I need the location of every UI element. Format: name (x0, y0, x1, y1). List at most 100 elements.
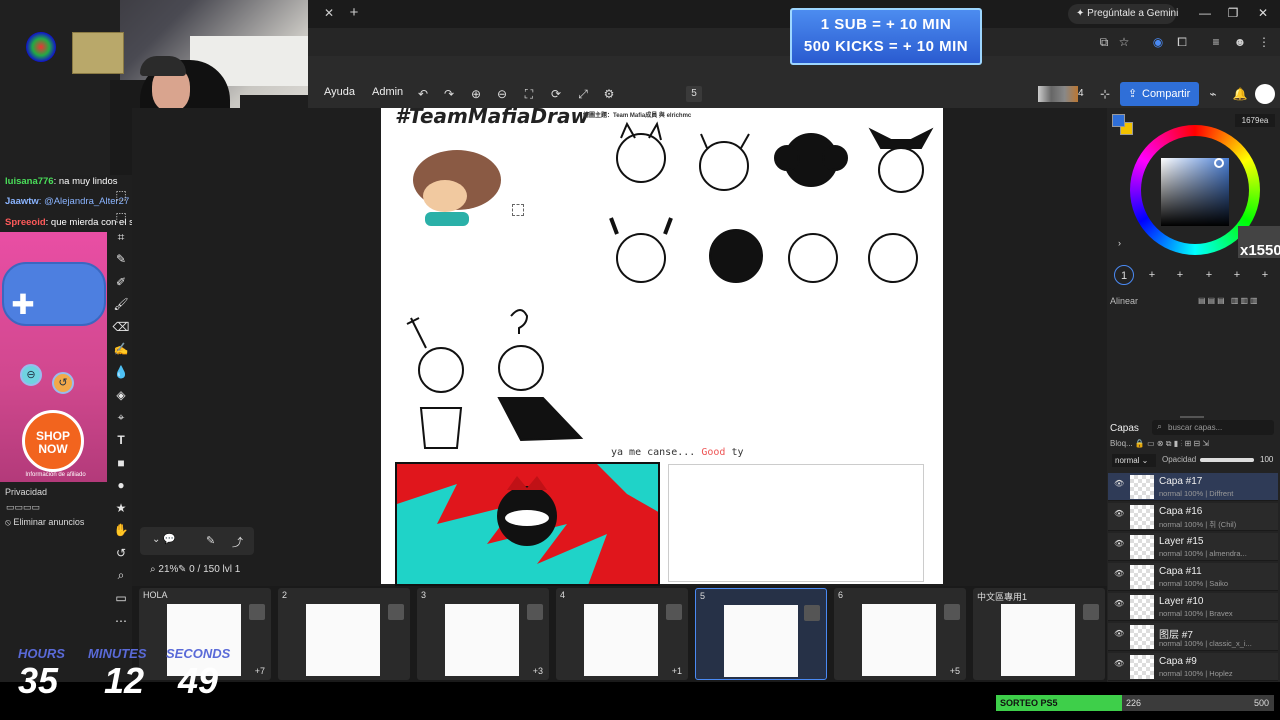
visibility-eye-icon[interactable]: 👁 (1114, 659, 1124, 668)
undo-icon[interactable]: ↶ (415, 86, 431, 102)
picker-tool-icon[interactable]: ⌖ (112, 408, 130, 426)
brush-slot-1[interactable]: 1 (1114, 265, 1134, 285)
dpad-icon: ✚ (11, 289, 35, 320)
brush-assist-icon[interactable]: ✎ (206, 534, 215, 547)
eraser-tool-icon[interactable]: ⌫ (112, 318, 130, 336)
layer-row[interactable]: 👁 Capa #9 normal 100% | Hoplez (1108, 653, 1278, 681)
visibility-eye-icon[interactable]: 👁 (1114, 569, 1124, 578)
brush-tool-icon[interactable]: 🖌 (112, 295, 130, 313)
layer-lock-options[interactable]: Bloq... 🔒 ▭ ⊗ ⧉ ▮ ⫶ ⊞ ⊟ ⇲ (1110, 439, 1209, 449)
pen-pressure-icon[interactable]: ⤴ (232, 534, 243, 550)
text-tool-icon[interactable]: T (112, 431, 130, 449)
redo-icon[interactable]: ↷ (441, 86, 457, 102)
comment-tool-icon[interactable]: ▭ (112, 589, 130, 607)
fullscreen-icon[interactable]: ⤢ (575, 86, 591, 102)
shop-now-button[interactable]: SHOP NOW (22, 410, 84, 472)
blur-tool-icon[interactable]: 💧 (112, 363, 130, 381)
page-thumbnail[interactable]: 4 +1 (556, 588, 688, 680)
remove-ads-link[interactable]: ⦸ Eliminar anuncios (5, 517, 84, 528)
zoom-level[interactable]: ⌕ 21% (150, 564, 178, 575)
brush-slot-2[interactable]: + (1142, 265, 1162, 285)
brush-slot-4[interactable]: + (1199, 265, 1219, 285)
layer-row[interactable]: 👁 Layer #15 normal 100% | almendra... (1108, 533, 1278, 561)
window-close-icon[interactable]: ✕ (1254, 5, 1272, 21)
notification-bell-icon[interactable]: 🔔 (1232, 86, 1248, 102)
affiliate-info[interactable]: Información de afiliado (4, 472, 107, 478)
puzzle-icon[interactable]: ⧠ (1174, 34, 1190, 50)
media-icon[interactable]: ≡ (1208, 34, 1224, 50)
feed-icon[interactable]: ⌁ (1205, 86, 1221, 102)
hand-tool-icon[interactable]: ✋ (112, 521, 130, 539)
layer-row[interactable]: 👁 Capa #17 normal 100% | Diffrent (1108, 473, 1278, 501)
panel-resize-handle[interactable] (1180, 416, 1204, 418)
smudge-tool-icon[interactable]: ✍ (112, 340, 130, 358)
close-tab-icon[interactable]: ✕ (322, 6, 336, 20)
gemini-button[interactable]: ✦ Pregúntale a Gemini (1068, 4, 1178, 24)
profile-icon[interactable]: ☻ (1232, 34, 1248, 50)
layer-row[interactable]: 👁 Capa #16 normal 100% | 취 (Chil) (1108, 503, 1278, 531)
layer-meta: normal 100% | Hoplez (1159, 669, 1233, 678)
menu-admin[interactable]: Admin (372, 86, 403, 98)
ellipse-tool-icon[interactable]: ● (112, 476, 130, 494)
layer-search-input[interactable]: buscar capas... (1152, 420, 1274, 435)
rotate-icon[interactable]: ⟳ (548, 86, 564, 102)
page-thumbnail[interactable]: 6 +5 (834, 588, 966, 680)
visibility-eye-icon[interactable]: 👁 (1114, 479, 1124, 488)
visibility-eye-icon[interactable]: 👁 (1114, 599, 1124, 608)
minimize-icon[interactable]: — (1196, 5, 1214, 21)
align-buttons[interactable]: ▤▤▤ ▥▥▥ (1198, 296, 1260, 305)
settings-icon[interactable]: ⚙ (601, 86, 617, 102)
fill-tool-icon[interactable]: ◈ (112, 386, 130, 404)
page-thumbnail[interactable]: 2 (278, 588, 410, 680)
brush-slot-6[interactable]: + (1255, 265, 1275, 285)
foreground-color-swatch[interactable] (1112, 114, 1125, 127)
fit-icon[interactable]: ⛶ (521, 86, 537, 102)
share-button[interactable]: ⇪ Compartir (1120, 82, 1199, 106)
layer-row[interactable]: 👁 图层 #7 normal 100% | classic_x_i... (1108, 623, 1278, 651)
more-menu-icon[interactable]: ⋮ (1256, 34, 1272, 50)
hex-input[interactable]: 1679ea (1235, 114, 1275, 127)
expand-icon[interactable]: › (1118, 238, 1121, 248)
page-thumbnail[interactable]: 3 +3 (417, 588, 549, 680)
zoom-tool-icon[interactable]: ⌕ (112, 566, 130, 584)
privacy-icons[interactable]: ▭▭▭▭ (6, 502, 40, 513)
add-user-icon[interactable]: ⊹ (1097, 86, 1113, 102)
select-tool-icon[interactable]: ⬚ (112, 186, 130, 204)
canvas-controls: ⌄ 💬 ✎ ⤴ (140, 527, 254, 555)
zoom-out-icon[interactable]: ⊖ (494, 86, 510, 102)
rotate-tool-icon[interactable]: ↺ (112, 544, 130, 562)
pen-tool-icon[interactable]: ✎ (112, 250, 130, 268)
layer-meta: normal 100% | almendra... (1159, 549, 1247, 558)
user-avatar[interactable] (1255, 84, 1275, 104)
bookmark-star-icon[interactable]: ☆ (1116, 34, 1132, 50)
pencil-tool-icon[interactable]: ✐ (112, 273, 130, 291)
install-icon[interactable]: ⧉ (1096, 34, 1112, 50)
page-thumbnail[interactable]: 5 (695, 588, 827, 680)
blend-mode-select[interactable]: normal ⌄ (1112, 454, 1156, 467)
rect-tool-icon[interactable]: ■ (112, 454, 130, 472)
menu-ayuda[interactable]: Ayuda (324, 86, 355, 98)
layer-row[interactable]: 👁 Layer #10 normal 100% | Bravex (1108, 593, 1278, 621)
more-tools-icon[interactable]: ⋯ (112, 612, 130, 630)
crop-tool-icon[interactable]: ⌗ (112, 228, 130, 246)
visibility-eye-icon[interactable]: 👁 (1114, 509, 1124, 518)
lasso-tool-icon[interactable]: ⬚ (112, 208, 130, 226)
new-tab-icon[interactable]: + (346, 5, 362, 21)
zoom-in-icon[interactable]: ⊕ (468, 86, 484, 102)
collaborator-avatars[interactable] (1038, 86, 1078, 102)
page-number[interactable]: 5 (686, 86, 702, 102)
star-tool-icon[interactable]: ★ (112, 499, 130, 517)
extension-icon[interactable]: ◉ (1150, 34, 1166, 50)
layer-row[interactable]: 👁 Capa #11 normal 100% | Saiko (1108, 563, 1278, 591)
brush-slot-5[interactable]: + (1227, 265, 1247, 285)
privacy-label[interactable]: Privacidad (5, 487, 47, 497)
visibility-eye-icon[interactable]: 👁 (1114, 539, 1124, 548)
chat-toggle-icon[interactable]: ⌄ 💬 (152, 534, 176, 545)
page-thumbnail[interactable]: 中文區專用1 (973, 588, 1105, 680)
brush-slot-3[interactable]: + (1170, 265, 1190, 285)
page-side-preview (666, 604, 682, 620)
saturation-value-picker[interactable] (1161, 158, 1229, 226)
restore-icon[interactable]: ❐ (1224, 5, 1242, 21)
visibility-eye-icon[interactable]: 👁 (1114, 629, 1124, 638)
color-picker-handle[interactable] (1214, 158, 1224, 168)
